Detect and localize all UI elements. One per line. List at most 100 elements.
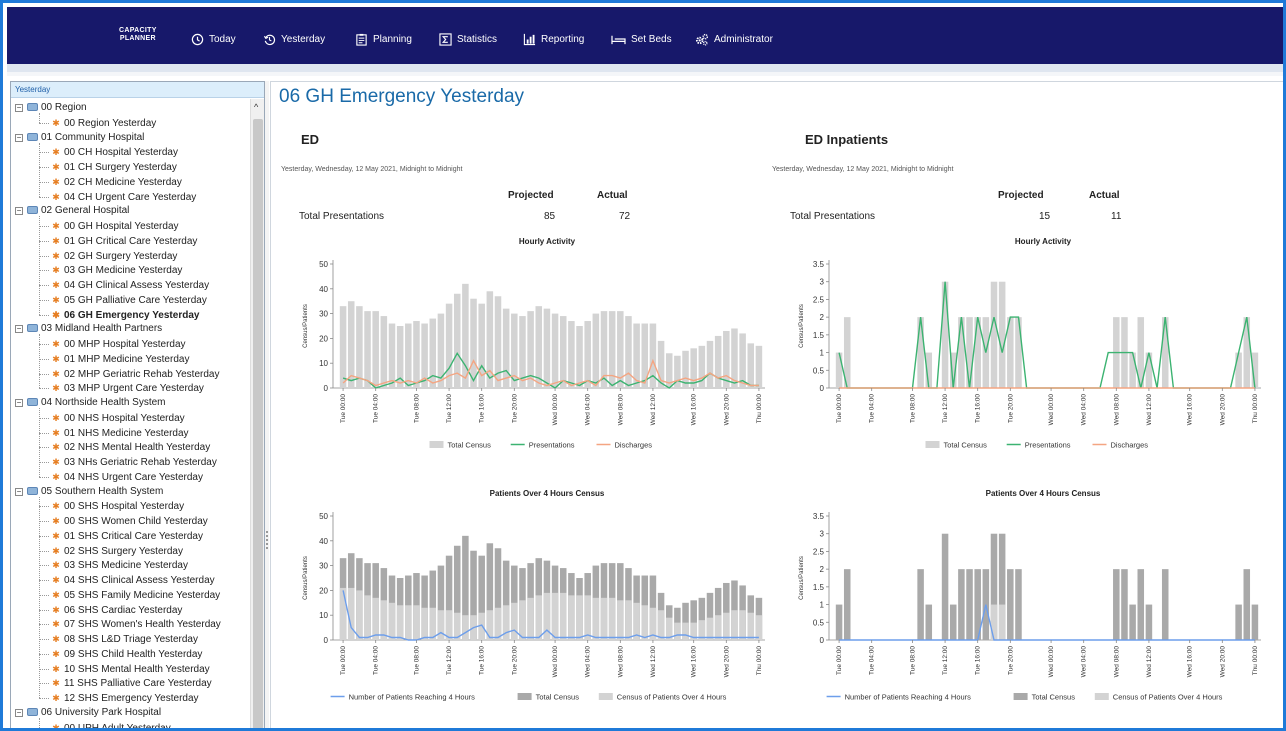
report-icon: ✱ [52, 280, 60, 290]
tree-connector [39, 417, 49, 419]
pane-splitter[interactable] [265, 81, 269, 728]
x-tick-label: Thu 00:00 [1252, 646, 1259, 676]
nav-statistics[interactable]: Statistics [439, 30, 497, 48]
x-tick-label: Wed 00:00 [552, 394, 559, 426]
panel-ed-inpatients-title: ED Inpatients [805, 132, 889, 147]
x-tick-label: Tue 00:00 [836, 394, 843, 423]
line-number-of-patients-reaching-4-hours [839, 604, 1255, 641]
tree-label: 01 GH Critical Care Yesterday [64, 235, 198, 247]
nav-set-beds[interactable]: Set Beds [611, 30, 672, 48]
bar-census-of-patients-over-4-hours [535, 595, 543, 640]
sidebar: Yesterday − 00 Region ✱ 00 Region Yesterday… [10, 81, 265, 729]
legend-item: Census of Patients Over 4 Hours [598, 693, 727, 702]
tree-item-01-ch-surgery-yesterday[interactable]: ✱ 01 CH Surgery Yesterday [51, 160, 177, 175]
tree-node-04-northside-health-system[interactable]: − 04 Northside Health System [15, 396, 166, 411]
chart-svg: Hourly Activity 0 10 20 30 40 50 Census/Patient… [303, 237, 765, 450]
tree-item-03-shs-medicine-yesterday[interactable]: ✱ 03 SHS Medicine Yesterday [51, 558, 188, 573]
tree-item-01-mhp-medicine-yesterday[interactable]: ✱ 01 MHP Medicine Yesterday [51, 352, 189, 367]
collapse-icon[interactable]: − [15, 325, 23, 334]
x-tick-label: Wed 08:00 [1113, 394, 1120, 426]
collapse-icon[interactable]: − [15, 487, 23, 496]
scroll-up-icon[interactable]: ^ [254, 102, 258, 112]
nav-administrator[interactable]: Administrator [695, 30, 773, 48]
tree-item-07-shs-women-s-health-yesterday[interactable]: ✱ 07 SHS Women's Health Yesterday [51, 617, 221, 632]
app-logo[interactable]: CAPACITY PLANNER [119, 27, 157, 43]
nav-planning[interactable]: Planning [355, 30, 412, 48]
bar-total-census [413, 321, 420, 388]
tree-item-09-shs-child-health-yesterday[interactable]: ✱ 09 SHS Child Health Yesterday [51, 647, 202, 662]
y-tick-label: 3.5 [813, 512, 825, 521]
tree-label: 07 SHS Women's Health Yesterday [64, 619, 221, 631]
folder-icon [27, 398, 38, 406]
tree-node-05-southern-health-system[interactable]: − 05 Southern Health System [15, 485, 163, 500]
tree-item-06-shs-cardiac-yesterday[interactable]: ✱ 06 SHS Cardiac Yesterday [51, 603, 182, 618]
tree-item-03-mhp-urgent-care-yesterday[interactable]: ✱ 03 MHP Urgent Care Yesterday [51, 381, 204, 396]
tree-item-00-nhs-hospital-yesterday[interactable]: ✱ 00 NHS Hospital Yesterday [51, 411, 184, 426]
bar-total-census [941, 533, 949, 640]
tree-item-01-shs-critical-care-yesterday[interactable]: ✱ 01 SHS Critical Care Yesterday [51, 529, 203, 544]
collapse-icon[interactable]: − [15, 399, 23, 407]
tree-connector [39, 181, 49, 183]
nav-today[interactable]: Today [191, 30, 236, 48]
report-icon: ✱ [52, 471, 60, 482]
tree-node-00-region[interactable]: − 00 Region [15, 101, 87, 116]
y-tick-label: 1 [820, 601, 825, 610]
tree-item-03-nhs-geriatric-rehab-yesterday[interactable]: ✱ 03 NHs Geriatric Rehab Yesterday [51, 455, 217, 470]
tree-node-06-university-park-hospital[interactable]: − 06 University Park Hospital [15, 706, 161, 721]
collapse-icon[interactable]: − [15, 104, 23, 112]
collapse-icon[interactable]: − [15, 133, 23, 142]
splitter-grip-icon[interactable] [266, 531, 268, 549]
report-icon: ✱ [52, 221, 60, 231]
tree-item-10-shs-mental-health-yesterday[interactable]: ✱ 10 SHS Mental Health Yesterday [51, 662, 209, 677]
nav-reporting[interactable]: Reporting [523, 30, 584, 48]
y-tick-label: 30 [319, 562, 328, 571]
tree-item-00-ch-hospital-yesterday[interactable]: ✱ 00 CH Hospital Yesterday [51, 145, 178, 160]
tree-connector [39, 388, 49, 390]
collapse-icon[interactable]: − [15, 708, 23, 717]
sidebar-scrollbar[interactable]: ^ [250, 99, 264, 728]
tree-item-00-shs-women-child-yesterday[interactable]: ✱ 00 SHS Women Child Yesterday [51, 514, 208, 529]
tree-item-02-gh-surgery-yesterday[interactable]: ✱ 02 GH Surgery Yesterday [51, 249, 177, 264]
x-tick-label: Wed 12:00 [1146, 646, 1153, 678]
tree-item-01-gh-critical-care-yesterday[interactable]: ✱ 01 GH Critical Care Yesterday [51, 234, 197, 249]
scrollbar-thumb[interactable] [253, 119, 263, 728]
tree-item-06-gh-emergency-yesterday[interactable]: ✱ 06 GH Emergency Yesterday [51, 308, 199, 323]
x-tick-label: Thu 00:00 [756, 394, 763, 424]
collapse-icon[interactable]: − [15, 207, 23, 216]
tree-item-04-nhs-urgent-care-yesterday[interactable]: ✱ 04 NHS Urgent Care Yesterday [51, 470, 203, 485]
tree-item-00-region-yesterday[interactable]: ✱ 00 Region Yesterday [51, 116, 156, 131]
tree-connector [39, 299, 49, 301]
tree-item-08-shs-l-d-triage-yesterday[interactable]: ✱ 08 SHS L&D Triage Yesterday [51, 632, 198, 647]
tree-item-04-shs-clinical-assess-yesterday[interactable]: ✱ 04 SHS Clinical Assess Yesterday [51, 573, 214, 588]
tree-item-05-shs-family-medicine-yesterday[interactable]: ✱ 05 SHS Family Medicine Yesterday [51, 588, 220, 603]
tree-item-04-gh-clinical-assess-yesterday[interactable]: ✱ 04 GH Clinical Assess Yesterday [51, 278, 209, 293]
legend-item: Presentations [510, 441, 575, 450]
tree-item-04-ch-urgent-care-yesterday[interactable]: ✱ 04 CH Urgent Care Yesterday [51, 190, 196, 205]
x-tick-label: Tue 08:00 [413, 646, 420, 675]
tree-item-05-gh-palliative-care-yesterday[interactable]: ✱ 05 GH Palliative Care Yesterday [51, 293, 207, 308]
tree-item-00-shs-hospital-yesterday[interactable]: ✱ 00 SHS Hospital Yesterday [51, 499, 184, 514]
tree-item-01-nhs-medicine-yesterday[interactable]: ✱ 01 NHS Medicine Yesterday [51, 426, 188, 441]
tree-item-02-ch-medicine-yesterday[interactable]: ✱ 02 CH Medicine Yesterday [51, 175, 182, 190]
tree-node-01-community-hospital[interactable]: − 01 Community Hospital [15, 131, 144, 146]
bar-total-census [584, 321, 591, 388]
tree-item-02-mhp-geriatric-rehab-yesterday[interactable]: ✱ 02 MHP Geriatric Rehab Yesterday [51, 367, 219, 382]
tree-item-00-mhp-hospital-yesterday[interactable]: ✱ 00 MHP Hospital Yesterday [51, 337, 185, 352]
tree-item-00-gh-hospital-yesterday[interactable]: ✱ 00 GH Hospital Yesterday [51, 219, 178, 234]
report-icon: ✱ [52, 309, 60, 320]
nav-yesterday[interactable]: Yesterday [263, 30, 325, 48]
tree-item-02-shs-surgery-yesterday[interactable]: ✱ 02 SHS Surgery Yesterday [51, 544, 183, 559]
tree-item-02-nhs-mental-health-yesterday[interactable]: ✱ 02 NHS Mental Health Yesterday [51, 440, 210, 455]
bar-total-census [835, 604, 843, 640]
tree-item-11-shs-palliative-care-yesterday[interactable]: ✱ 11 SHS Palliative Care Yesterday [51, 676, 211, 691]
tree-node-03-midland-health-partners[interactable]: − 03 Midland Health Partners [15, 322, 162, 337]
bar-census-of-patients-over-4-hours [429, 607, 437, 640]
report-icon: ✱ [52, 294, 60, 305]
tree-connector [39, 270, 49, 272]
tree-item-12-shs-emergency-yesterday[interactable]: ✱ 12 SHS Emergency Yesterday [51, 691, 198, 706]
tree-connector [39, 565, 49, 567]
tree-item-03-gh-medicine-yesterday[interactable]: ✱ 03 GH Medicine Yesterday [51, 263, 182, 278]
tree-item-00-uph-adult-yesterday[interactable]: ✱ 00 UPH Adult Yesterday [51, 721, 171, 729]
tree-node-02-general-hospital[interactable]: − 02 General Hospital [15, 204, 129, 219]
report-icon: ✱ [52, 117, 60, 128]
